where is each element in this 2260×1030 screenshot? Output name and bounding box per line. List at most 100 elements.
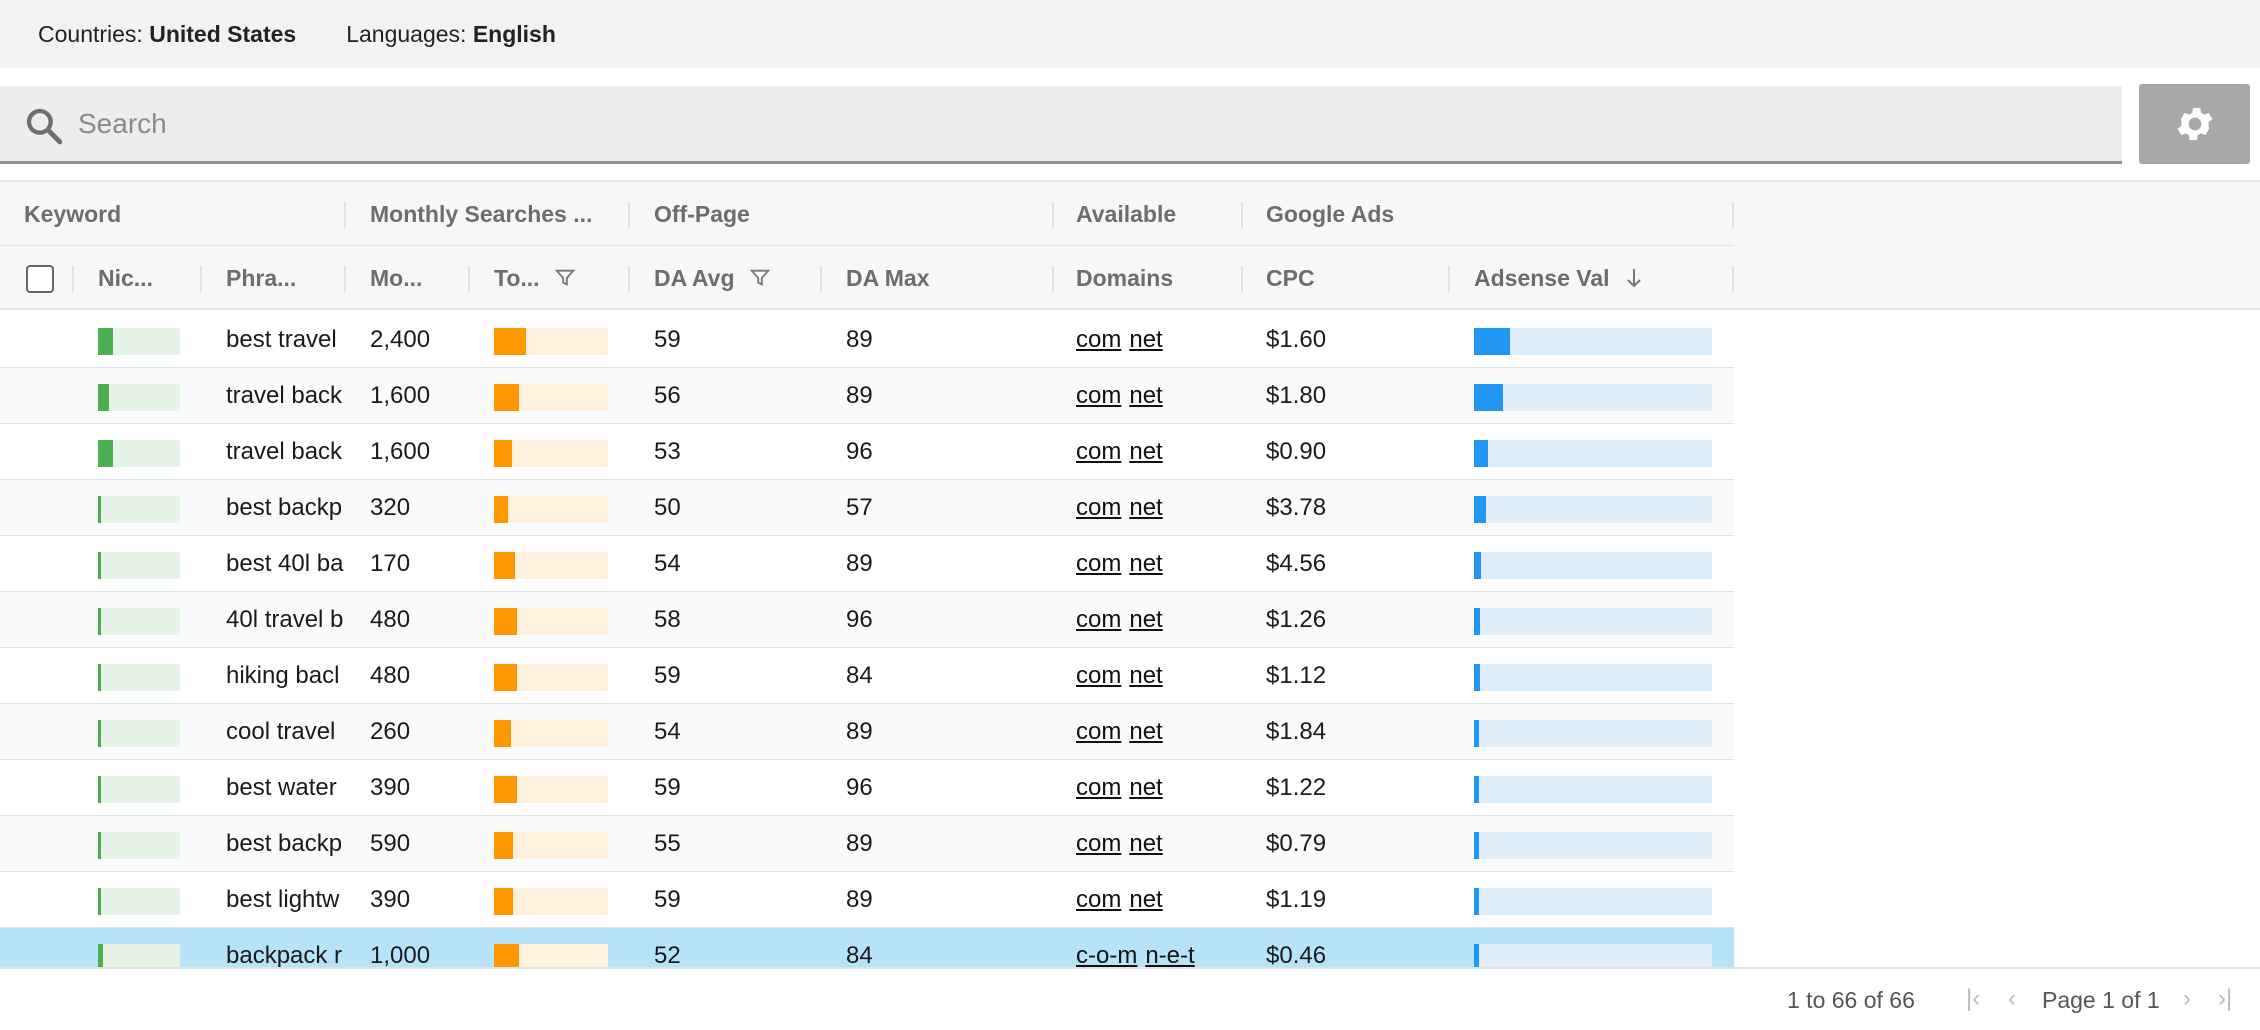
domain-com-link[interactable]: com (1076, 382, 1121, 410)
adsense-bar-track (1474, 664, 1712, 691)
table-row[interactable]: hiking bacl 480 59 84 com net $1.12 (0, 648, 1734, 704)
countries-label: Countries: (38, 20, 143, 47)
col-cpc[interactable]: CPC (1242, 246, 1448, 310)
adsense-bar-fill (1474, 496, 1486, 523)
prev-page-icon[interactable]: ‹ (2008, 985, 2016, 1013)
group-off-page: Off-Page (654, 200, 750, 227)
niche-bar-fill (98, 720, 101, 747)
domain-com-link[interactable]: com (1076, 774, 1121, 802)
row-summary: 1 to 66 of 66 (1787, 987, 1915, 1013)
countries-filter[interactable]: Countries: United States (38, 21, 296, 48)
domain-com-link[interactable]: com (1076, 494, 1121, 522)
settings-button[interactable] (2139, 84, 2250, 164)
phrase-cell: best backp (226, 830, 343, 857)
col-da-avg[interactable]: DA Avg (630, 246, 820, 310)
cpc-cell: $0.46 (1266, 942, 1327, 969)
col-domains[interactable]: Domains (1052, 246, 1241, 310)
table-row[interactable]: travel back 1,600 56 89 com net $1.80 (0, 368, 1734, 424)
domain-net-link[interactable]: net (1129, 494, 1162, 522)
domains-cell: com net (1076, 536, 1241, 592)
da-avg-cell: 55 (654, 830, 681, 857)
domains-cell: com net (1076, 648, 1241, 704)
adsense-bar-track (1474, 552, 1712, 579)
domain-net-link[interactable]: net (1129, 886, 1162, 914)
niche-bar-track (98, 944, 180, 969)
col-phrase[interactable]: Phra... (202, 246, 344, 310)
cpc-cell: $1.84 (1266, 718, 1327, 745)
da-max-cell: 89 (846, 382, 873, 409)
domain-com-link[interactable]: com (1076, 326, 1121, 354)
domain-net-link[interactable]: net (1129, 326, 1162, 354)
cpc-cell: $1.12 (1266, 662, 1327, 689)
col-monthly[interactable]: Mo... (346, 246, 468, 310)
search-input[interactable] (78, 100, 2058, 148)
domain-com-link[interactable]: com (1076, 886, 1121, 914)
to-bar-fill (494, 888, 513, 915)
domain-com-link[interactable]: com (1076, 830, 1121, 858)
niche-bar-fill (98, 776, 101, 803)
domain-net-link[interactable]: net (1129, 606, 1162, 634)
niche-bar-track (98, 832, 180, 859)
domain-net-link[interactable]: net (1129, 830, 1162, 858)
table-row[interactable]: best travel 2,400 59 89 com net $1.60 (0, 312, 1734, 368)
domain-net-link[interactable]: net (1129, 662, 1162, 690)
adsense-bar-fill (1474, 384, 1503, 411)
last-page-icon[interactable]: ›| (2218, 985, 2232, 1013)
da-avg-cell: 50 (654, 494, 681, 521)
domain-net-link[interactable]: net (1129, 438, 1162, 466)
to-bar-fill (494, 328, 526, 355)
cpc-cell: $1.60 (1266, 326, 1327, 353)
domain-com-link[interactable]: com (1076, 550, 1121, 578)
monthly-searches-cell: 170 (370, 550, 411, 577)
table-row[interactable]: best 40l ba 170 54 89 com net $4.56 (0, 536, 1734, 592)
col-to[interactable]: To... (470, 246, 628, 310)
next-page-icon[interactable]: › (2183, 985, 2191, 1013)
niche-bar-fill (98, 552, 101, 579)
select-all-checkbox[interactable] (26, 265, 54, 293)
domain-net-link[interactable]: net (1129, 774, 1162, 802)
table-row[interactable]: cool travel 260 54 89 com net $1.84 (0, 704, 1734, 760)
da-max-cell: 57 (846, 494, 873, 521)
header-fill (1734, 182, 2260, 310)
domain-net-link[interactable]: net (1129, 550, 1162, 578)
domain-com-link[interactable]: c-o-m (1076, 942, 1137, 969)
domains-cell: com net (1076, 312, 1241, 368)
niche-bar-track (98, 384, 180, 411)
da-avg-cell: 54 (654, 718, 681, 745)
domain-com-link[interactable]: com (1076, 718, 1121, 746)
domain-net-link[interactable]: net (1129, 382, 1162, 410)
niche-bar-track (98, 608, 180, 635)
filter-icon[interactable] (749, 267, 771, 289)
da-avg-cell: 58 (654, 606, 681, 633)
table-row[interactable]: best backp 320 50 57 com net $3.78 (0, 480, 1734, 536)
table-row[interactable]: best water 390 59 96 com net $1.22 (0, 760, 1734, 816)
table-row[interactable]: 40l travel b 480 58 96 com net $1.26 (0, 592, 1734, 648)
col-niche[interactable]: Nic... (74, 246, 200, 310)
niche-bar-track (98, 664, 180, 691)
monthly-searches-cell: 260 (370, 718, 411, 745)
table-row[interactable]: backpack r 1,000 52 84 c-o-m n-e-t $0.46 (0, 928, 1734, 969)
table-row[interactable]: travel back 1,600 53 96 com net $0.90 (0, 424, 1734, 480)
arrow-down-icon (1626, 269, 1641, 288)
first-page-icon[interactable]: |‹ (1966, 985, 1980, 1013)
da-max-cell: 96 (846, 438, 873, 465)
col-adsense-val[interactable]: Adsense Val (1450, 246, 1732, 310)
domains-cell: com net (1076, 872, 1241, 928)
da-avg-cell: 59 (654, 886, 681, 913)
table-row[interactable]: best backp 590 55 89 com net $0.79 (0, 816, 1734, 872)
domains-cell: com net (1076, 424, 1241, 480)
monthly-searches-cell: 480 (370, 662, 411, 689)
da-avg-cell: 59 (654, 326, 681, 353)
table-row[interactable]: best lightw 390 59 89 com net $1.19 (0, 872, 1734, 928)
col-da-max[interactable]: DA Max (822, 246, 1052, 310)
domain-net-link[interactable]: net (1129, 718, 1162, 746)
domain-net-link[interactable]: n-e-t (1145, 942, 1194, 969)
domain-com-link[interactable]: com (1076, 662, 1121, 690)
domain-com-link[interactable]: com (1076, 438, 1121, 466)
filter-icon[interactable] (554, 267, 576, 289)
domain-com-link[interactable]: com (1076, 606, 1121, 634)
phrase-cell: cool travel (226, 718, 336, 745)
monthly-searches-cell: 590 (370, 830, 411, 857)
adsense-bar-fill (1474, 776, 1479, 803)
languages-filter[interactable]: Languages: English (346, 21, 556, 48)
